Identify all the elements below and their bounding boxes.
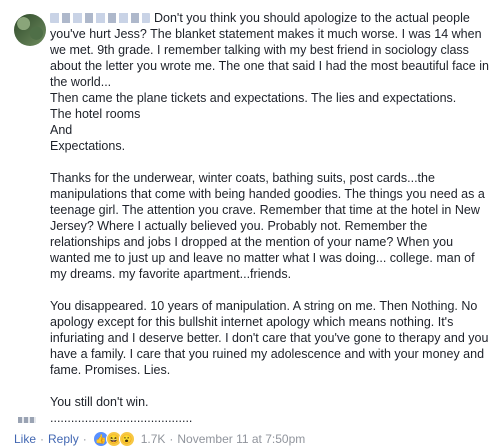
redacted-author-name[interactable] — [50, 13, 150, 23]
reaction-count[interactable]: 1.7K — [141, 432, 166, 446]
separator: · — [40, 432, 45, 446]
separator: · — [169, 432, 174, 446]
avatar[interactable] — [14, 14, 46, 46]
comment-body: Don't you think you should apologize to … — [50, 10, 494, 426]
comment-actions: Like · Reply · 👍 😆 😮 1.7K · November 11 … — [14, 430, 305, 448]
comment-paragraph-2: Thanks for the underwear, winter coats, … — [50, 171, 485, 281]
comment-paragraph-3: You disappeared. 10 years of manipulatio… — [50, 299, 489, 377]
reply-button[interactable]: Reply — [48, 432, 79, 446]
comment-paragraph-4: You still don't win. — [50, 395, 149, 409]
comment-paragraph-1: Don't you think you should apologize to … — [50, 11, 489, 153]
redacted-mention — [18, 417, 36, 423]
reactions-summary[interactable]: 👍 😆 😮 — [92, 431, 135, 447]
redacted-tag — [18, 410, 58, 423]
separator: · — [82, 432, 87, 446]
timestamp[interactable]: November 11 at 7:50pm — [177, 432, 305, 446]
dotted-line: ........................................… — [50, 411, 193, 425]
comment: Don't you think you should apologize to … — [6, 6, 494, 447]
like-button[interactable]: Like — [14, 432, 36, 446]
wow-icon: 😮 — [118, 431, 135, 447]
